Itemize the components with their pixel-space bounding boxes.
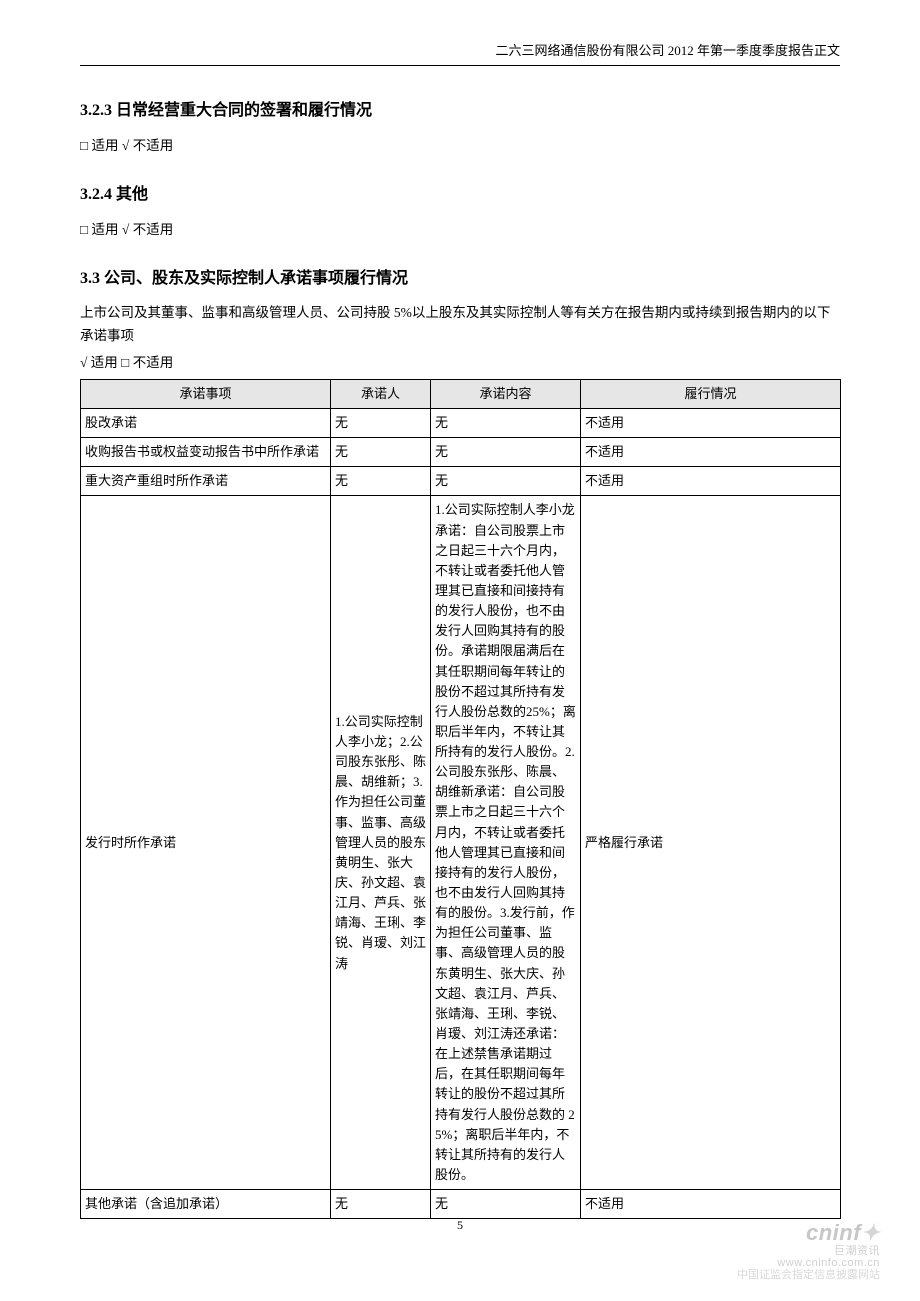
cell-status: 不适用 <box>581 1190 841 1219</box>
cell-party: 1.公司实际控制人李小龙；2.公司股东张彤、陈晨、胡维新；3. 作为担任公司董事… <box>331 496 431 1190</box>
table-row: 股改承诺 无 无 不适用 <box>81 408 841 437</box>
applicable-3-3: √ 适用 □ 不适用 <box>80 352 840 375</box>
table-row: 重大资产重组时所作承诺 无 无 不适用 <box>81 467 841 496</box>
th-content: 承诺内容 <box>431 379 581 408</box>
cell-item: 股改承诺 <box>81 408 331 437</box>
cell-content: 无 <box>431 408 581 437</box>
heading-3-2-4: 3.2.4 其他 <box>80 180 840 204</box>
cell-party: 无 <box>331 467 431 496</box>
th-item: 承诺事项 <box>81 379 331 408</box>
watermark-desc: 中国证监会指定信息披露网站 <box>737 1269 880 1281</box>
cell-content: 无 <box>431 467 581 496</box>
cell-content: 无 <box>431 438 581 467</box>
cell-item: 其他承诺（含追加承诺） <box>81 1190 331 1219</box>
leaf-icon: ✦ <box>861 1220 880 1245</box>
watermark: cninf✦ 巨潮资讯 www.cninfo.com.cn 中国证监会指定信息披… <box>737 1221 880 1281</box>
applicable-3-2-4: □ 适用 √ 不适用 <box>80 218 840 238</box>
heading-3-3: 3.3 公司、股东及实际控制人承诺事项履行情况 <box>80 264 840 288</box>
th-status: 履行情况 <box>581 379 841 408</box>
cell-item: 发行时所作承诺 <box>81 496 331 1190</box>
cell-item: 重大资产重组时所作承诺 <box>81 467 331 496</box>
watermark-url: www.cninfo.com.cn <box>737 1257 880 1269</box>
cell-content: 1.公司实际控制人李小龙承诺：自公司股票上市之日起三十六个月内，不转让或者委托他… <box>431 496 581 1190</box>
watermark-zh: 巨潮资讯 <box>737 1245 880 1257</box>
cell-party: 无 <box>331 408 431 437</box>
cell-item: 收购报告书或权益变动报告书中所作承诺 <box>81 438 331 467</box>
commitments-table: 承诺事项 承诺人 承诺内容 履行情况 股改承诺 无 无 不适用 收购报告书或权益… <box>80 379 841 1219</box>
cell-status: 不适用 <box>581 467 841 496</box>
cell-content: 无 <box>431 1190 581 1219</box>
watermark-brand: cninf <box>806 1220 861 1245</box>
intro-3-3: 上市公司及其董事、监事和高级管理人员、公司持股 5%以上股东及其实际控制人等有关… <box>80 302 840 348</box>
page-number: 5 <box>457 1218 463 1233</box>
table-row: 发行时所作承诺 1.公司实际控制人李小龙；2.公司股东张彤、陈晨、胡维新；3. … <box>81 496 841 1190</box>
cell-status: 不适用 <box>581 438 841 467</box>
cell-party: 无 <box>331 438 431 467</box>
running-header: 二六三网络通信股份有限公司 2012 年第一季度季度报告正文 <box>80 40 840 66</box>
heading-3-2-3: 3.2.3 日常经营重大合同的签署和履行情况 <box>80 96 840 120</box>
document-page: 二六三网络通信股份有限公司 2012 年第一季度季度报告正文 3.2.3 日常经… <box>0 0 920 1301</box>
cell-status: 严格履行承诺 <box>581 496 841 1190</box>
applicable-3-2-3: □ 适用 √ 不适用 <box>80 134 840 154</box>
table-row: 其他承诺（含追加承诺） 无 无 不适用 <box>81 1190 841 1219</box>
table-header-row: 承诺事项 承诺人 承诺内容 履行情况 <box>81 379 841 408</box>
th-party: 承诺人 <box>331 379 431 408</box>
cell-party: 无 <box>331 1190 431 1219</box>
cell-status: 不适用 <box>581 408 841 437</box>
table-row: 收购报告书或权益变动报告书中所作承诺 无 无 不适用 <box>81 438 841 467</box>
